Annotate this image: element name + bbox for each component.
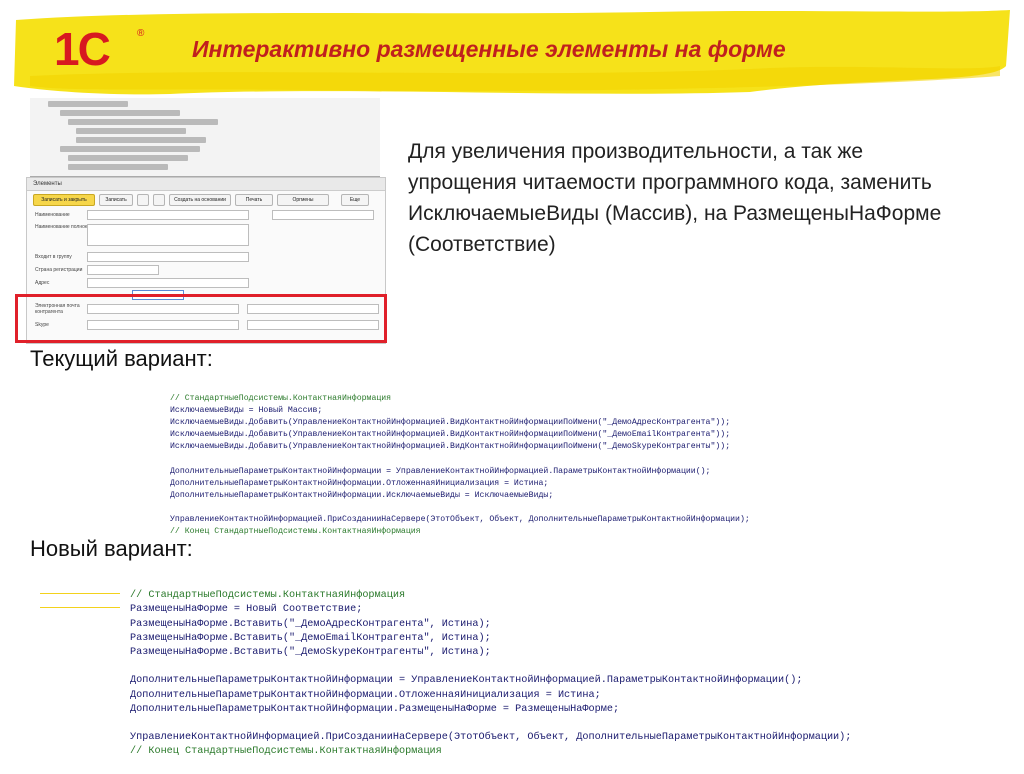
code-line: ДополнительныеПараметрыКонтактнойИнформа…: [170, 478, 549, 488]
toolbar-button[interactable]: Еще: [341, 194, 369, 206]
field-label: Наименование: [35, 212, 70, 218]
1c-logo: 1С ®: [42, 23, 152, 80]
field-label: Входит в группу: [35, 254, 72, 260]
description-text: Для увеличения производительности, а так…: [408, 140, 942, 256]
fullname-input[interactable]: [87, 224, 249, 246]
code-line: РазмещеныНаФорме.Вставить("_ДемоEmailКон…: [130, 632, 491, 644]
code-line: ДополнительныеПараметрыКонтактнойИнформа…: [170, 490, 554, 500]
toolbar-button[interactable]: Печать: [235, 194, 273, 206]
current-heading: Текущий вариант:: [30, 346, 213, 371]
code-line: УправлениеКонтактнойИнформацией.ПриСозда…: [130, 732, 852, 744]
registered-mark: ®: [137, 28, 145, 39]
name-input[interactable]: [87, 210, 249, 220]
code-line: ДополнительныеПараметрыКонтактнойИнформа…: [130, 675, 803, 687]
toolbar-button[interactable]: [153, 194, 165, 206]
field-label: Страна регистрации: [35, 267, 83, 273]
code-line: // Конец СтандартныеПодсистемы.Контактна…: [130, 746, 442, 758]
toolbar-button[interactable]: [137, 194, 149, 206]
new-heading: Новый вариант:: [30, 536, 193, 561]
code-line: ДополнительныеПараметрыКонтактнойИнформа…: [170, 466, 711, 476]
code-line: РазмещеныНаФорме = Новый Соответствие;: [130, 604, 363, 616]
yellow-line: [40, 593, 120, 594]
toolbar-button[interactable]: Оргмены: [277, 194, 329, 206]
highlight-frame: [15, 294, 387, 343]
address-input[interactable]: [87, 278, 249, 288]
form-header: Элементы: [27, 178, 385, 191]
field-label: Адрес: [35, 280, 50, 286]
toolbar-button[interactable]: Записать: [99, 194, 133, 206]
toolbar-button[interactable]: Записать и закрыть: [33, 194, 95, 206]
slide-title: Интерактивно размещенные элементы на фор…: [192, 36, 786, 62]
code-line: ДополнительныеПараметрыКонтактнойИнформа…: [130, 689, 601, 701]
code-line: ИсключаемыеВиды = Новый Массив;: [170, 406, 323, 416]
yellow-line: [40, 607, 120, 608]
code-line: РазмещеныНаФорме.Вставить("_ДемоSkypeКон…: [130, 647, 491, 659]
code-input[interactable]: [272, 210, 374, 220]
code-line: УправлениеКонтактнойИнформацией.ПриСозда…: [170, 515, 750, 525]
tree-panel: [30, 98, 380, 177]
toolbar-button[interactable]: Создать на основании: [169, 194, 231, 206]
country-input[interactable]: [87, 265, 159, 275]
code-line: // Конец СтандартныеПодсистемы.Контактна…: [170, 527, 421, 537]
code-line: РазмещеныНаФорме.Вставить("_ДемоАдресКон…: [130, 618, 491, 630]
code-line: ИсключаемыеВиды.Добавить(УправлениеКонта…: [170, 430, 731, 440]
field-label: Наименование полное: [35, 224, 88, 230]
group-input[interactable]: [87, 252, 249, 262]
code-line: // СтандартныеПодсистемы.КонтактнаяИнфор…: [130, 590, 406, 602]
new-code: // СтандартныеПодсистемы.КонтактнаяИнфор…: [130, 575, 851, 774]
logo-text: 1С: [54, 23, 111, 75]
code-line: // СтандартныеПодсистемы.КонтактнаяИнфор…: [170, 394, 392, 404]
code-line: ИсключаемыеВиды.Добавить(УправлениеКонта…: [170, 442, 731, 452]
code-line: ДополнительныеПараметрыКонтактнойИнформа…: [130, 703, 620, 715]
code-line: ИсключаемыеВиды.Добавить(УправлениеКонта…: [170, 418, 731, 428]
current-code: // СтандартныеПодсистемы.КонтактнаяИнфор…: [170, 381, 750, 550]
